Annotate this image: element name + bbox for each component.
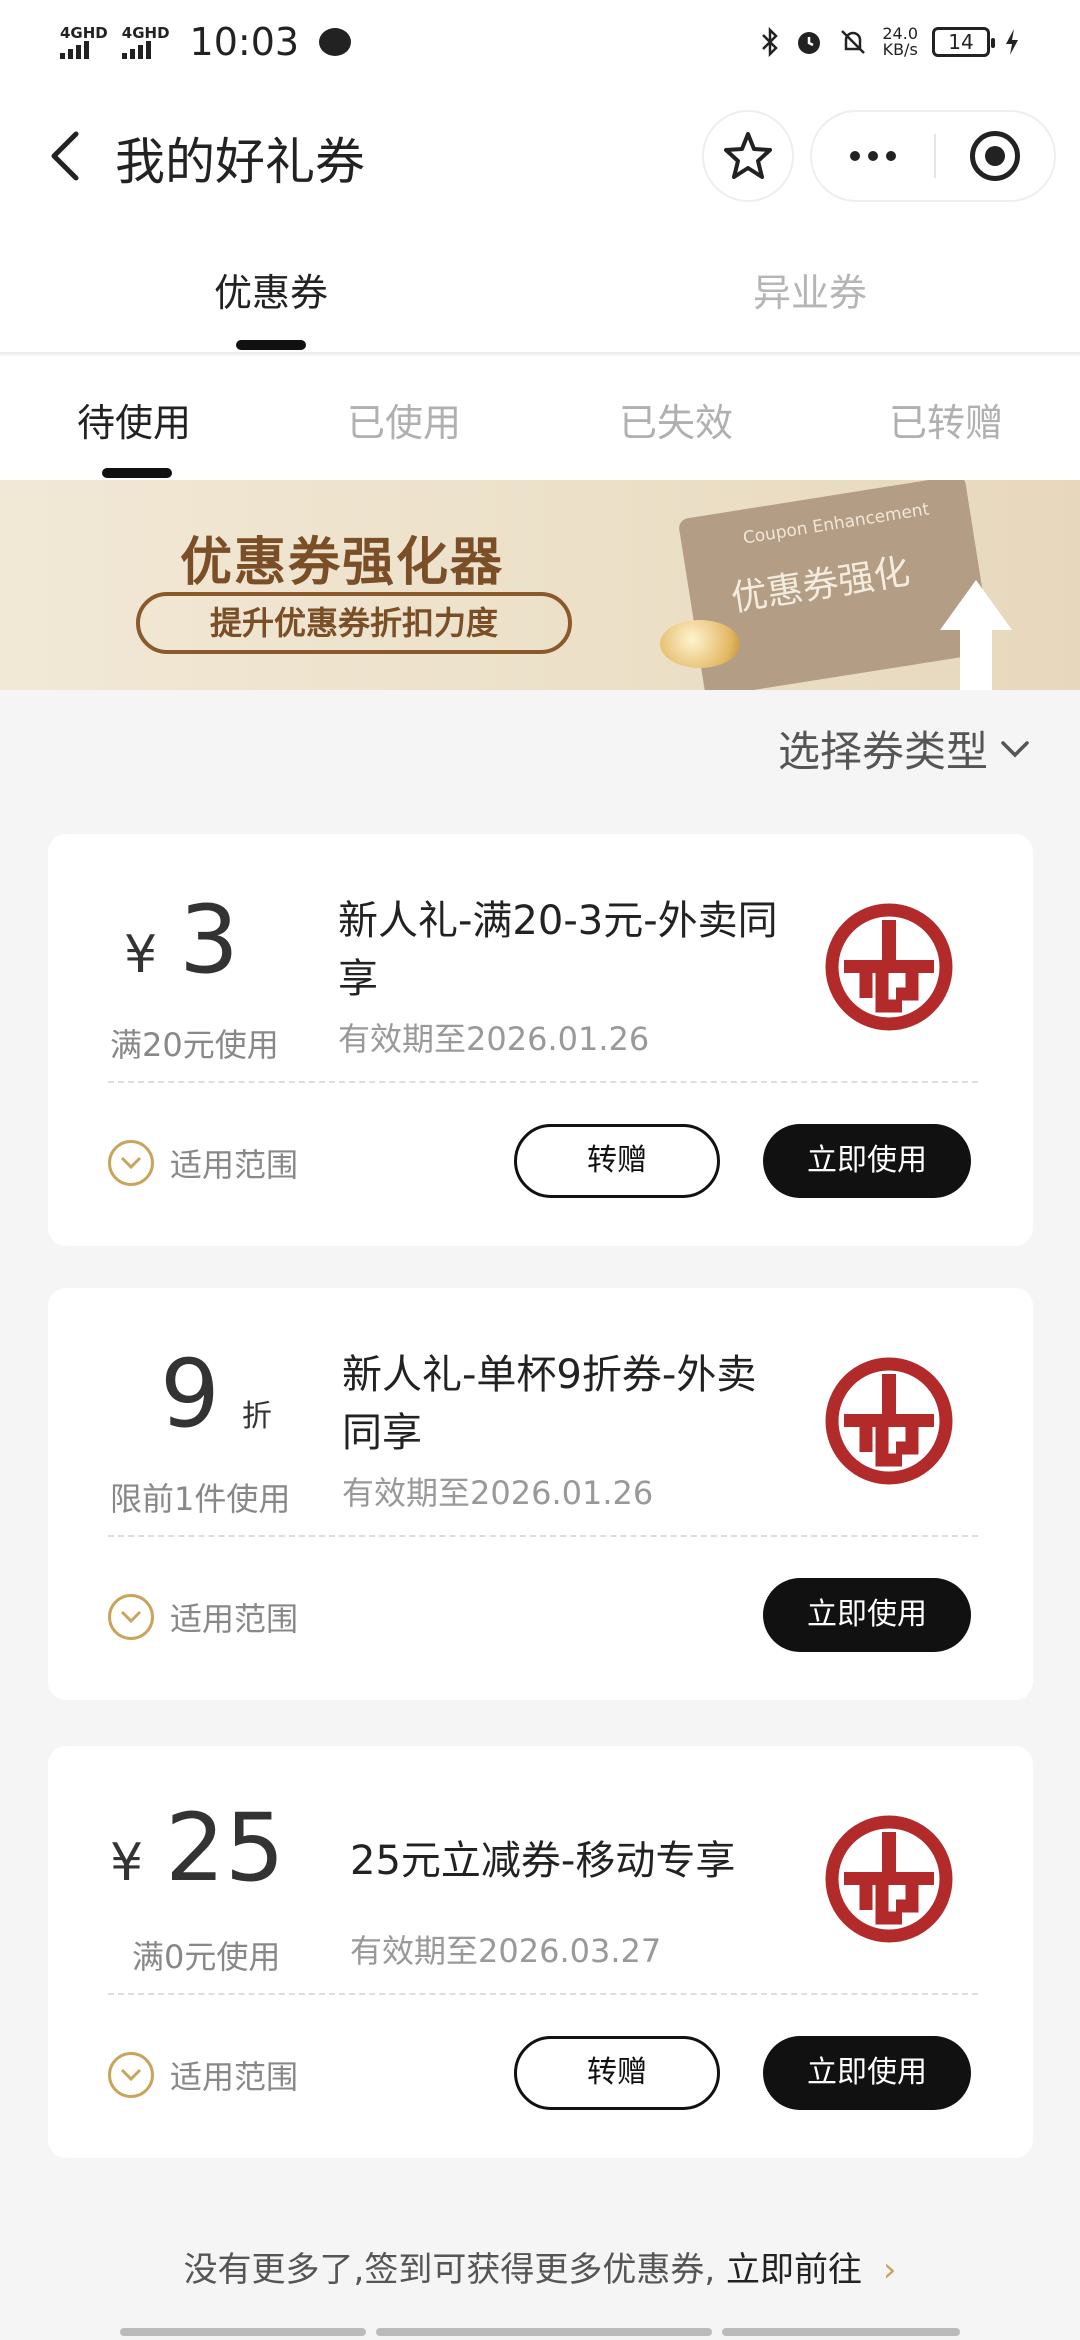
coupon-value: 9 [160,1340,220,1449]
message-icon [319,28,352,56]
status-right: 24.0 KB/s 14 [760,26,1020,58]
currency-symbol: ¥ [124,925,158,985]
battery-icon: 14 [932,27,995,57]
brand-logo-icon [825,903,953,1031]
footer-text: 没有更多了,签到可获得更多优惠券, [183,2250,716,2290]
mute-bell-icon [841,30,866,54]
tab-expired[interactable]: 已失效 [576,392,776,447]
coupon-scope[interactable]: 适用范围 [108,2052,298,2098]
banner-subtitle: 提升优惠券折扣力度 [136,592,572,654]
coupon-scope[interactable]: 适用范围 [108,1140,298,1186]
up-arrow-stem [960,628,992,690]
battery-level: 14 [948,30,974,54]
brand-logo-icon [825,1815,953,1943]
coupon-condition: 满0元使用 [132,1938,281,1976]
status-bar: 4GHD 4GHD 10:03 24.0 KB/s 14 [0,0,1080,84]
filter-label: 选择券类型 [777,727,988,776]
tab-partner-coupons[interactable]: 异业券 [660,262,960,317]
coupon-enhancer-banner[interactable]: 优惠券强化器 提升优惠券折扣力度 Coupon Enhancement 优惠券强… [0,480,1080,690]
signal-bars-icon [60,40,89,59]
active-tab-indicator [236,340,306,350]
more-icon[interactable] [812,151,934,161]
close-capsule-button[interactable] [936,131,1054,181]
coupon-card: 9 折 限前1件使用 新人礼-单杯9折券-外卖同享 有效期至2026.01.26… [48,1288,1033,1700]
coupon-scope[interactable]: 适用范围 [108,1594,298,1640]
status-left: 4GHD 4GHD 10:03 [60,20,352,64]
up-arrow-icon [940,580,1012,630]
tab-used[interactable]: 已使用 [304,392,504,447]
go-now-link[interactable]: 立即前往 [726,2250,862,2290]
coupon-card: ¥ 25 满0元使用 25元立减券-移动专享 有效期至2026.03.27 适用… [48,1746,1033,2158]
use-now-button[interactable]: 立即使用 [763,2036,971,2110]
coupon-divider [108,1535,978,1537]
currency-symbol: ¥ [110,1833,144,1893]
mini-program-capsule [810,110,1056,202]
use-now-button[interactable]: 立即使用 [763,1124,971,1198]
coupon-validity: 有效期至2026.01.26 [342,1474,654,1512]
bluetooth-icon [762,27,779,57]
scope-label: 适用范围 [170,1600,299,1638]
coupon-divider [108,1081,978,1083]
tab-unused[interactable]: 待使用 [34,392,234,447]
signal-2: 4GHD [121,23,170,59]
speed-unit: KB/s [882,40,918,59]
star-icon [724,132,772,179]
coin-icon [660,620,740,668]
coupon-condition: 满20元使用 [110,1026,279,1064]
target-icon [970,131,1020,181]
signal-bars-icon [121,40,151,59]
favorite-button[interactable] [702,110,794,202]
chevron-down-circle-icon [108,2052,154,2098]
coupon-title: 新人礼-单杯9折券-外卖同享 [342,1352,757,1456]
status-time: 10:03 [189,20,300,64]
brand-logo-icon [825,1357,953,1485]
coupon-amount: ¥ 3 [124,894,239,988]
chevron-down-circle-icon [108,1594,154,1640]
coupon-validity: 有效期至2026.03.27 [350,1932,662,1970]
coupon-validity: 有效期至2026.01.26 [338,1020,650,1058]
coupon-condition: 限前1件使用 [110,1480,291,1518]
coupon-divider [108,1993,978,1995]
network-type-1: 4GHD [60,23,108,42]
coupon-type-filter[interactable]: 选择券类型 [778,718,1030,779]
coupon-title: 25元立减券-移动专享 [350,1838,736,1884]
network-type-2: 4GHD [121,23,170,42]
tab-transferred[interactable]: 已转赠 [846,392,1046,447]
nav-bar: 我的好礼券 [0,84,1080,230]
scope-label: 适用范围 [170,2058,299,2096]
bottom-indicator [120,2328,960,2336]
list-end-footer: 没有更多了,签到可获得更多优惠券, 立即前往 › [0,2242,1080,2291]
transfer-button[interactable]: 转赠 [514,1124,720,1198]
coupon-status-tabs: 待使用 已使用 已失效 已转赠 [0,356,1080,480]
banner-title: 优惠券强化器 [180,533,505,593]
coupon-title: 新人礼-满20-3元-外卖同享 [338,898,778,1002]
signal-1: 4GHD [60,23,108,59]
coupon-amount: 9 折 [160,1348,272,1442]
transfer-button[interactable]: 转赠 [514,2036,720,2110]
back-arrow-icon[interactable] [38,126,98,186]
scope-label: 适用范围 [170,1146,299,1184]
coupon-category-tabs: 优惠券 异业券 [0,230,1080,354]
charging-icon [1006,29,1018,55]
use-now-button[interactable]: 立即使用 [763,1578,971,1652]
coupon-value: 3 [179,886,239,995]
chevron-down-circle-icon [108,1140,154,1186]
coupon-value: 25 [165,1794,285,1903]
chevron-down-icon [1001,740,1029,757]
alarm-icon [798,32,821,54]
active-subtab-indicator [102,468,172,478]
network-speed: 24.0 KB/s [882,26,918,58]
coupon-card: ¥ 3 满20元使用 新人礼-满20-3元-外卖同享 有效期至2026.01.2… [48,834,1033,1246]
chevron-right-icon: › [882,2250,897,2290]
coupon-amount: ¥ 25 [110,1802,285,1896]
coupon-unit: 折 [241,1399,272,1434]
tab-coupons[interactable]: 优惠券 [121,262,421,317]
page-title: 我的好礼券 [115,133,365,191]
